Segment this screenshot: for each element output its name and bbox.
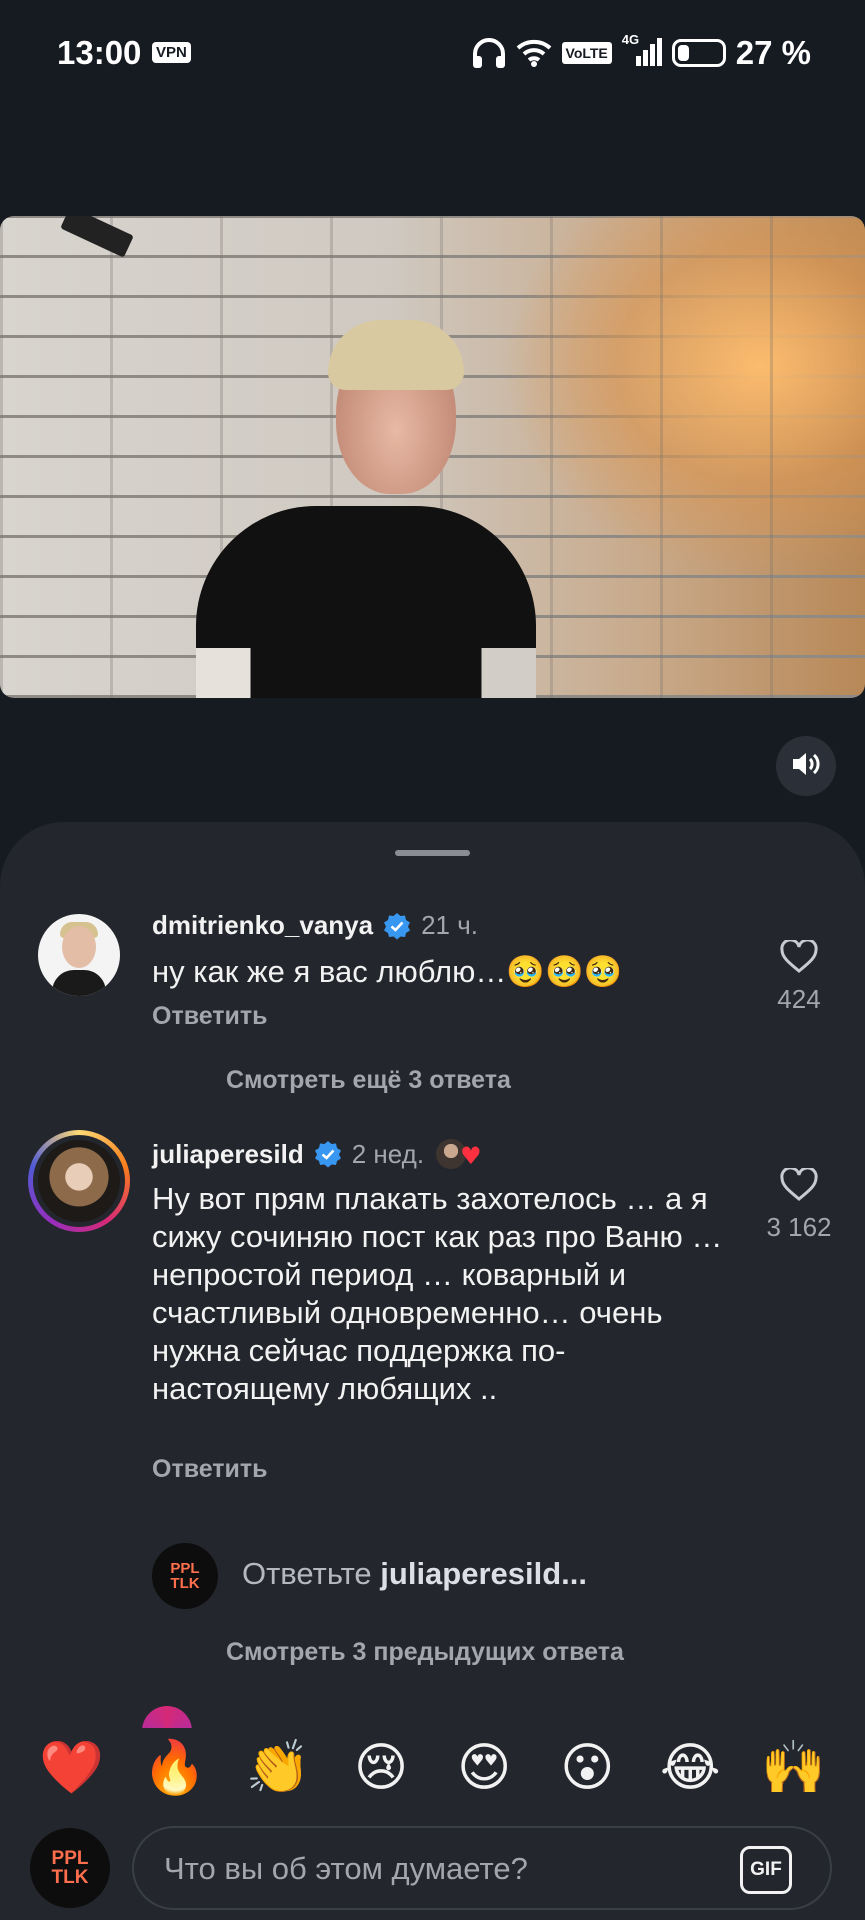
current-user-avatar: PPL TLK — [152, 1543, 218, 1609]
vpn-badge: VPN — [152, 42, 191, 63]
emoji-raised-hands-button[interactable]: 🙌 — [758, 1738, 828, 1798]
verified-badge-icon — [383, 912, 411, 940]
creator-liked-indicator: ♥ — [434, 1136, 488, 1172]
speaker-icon — [791, 750, 821, 782]
heart-filled-icon: ♥ — [460, 1142, 482, 1170]
avatar[interactable] — [28, 1130, 130, 1232]
emoji-clap-button[interactable]: 👏 — [243, 1738, 313, 1798]
verified-badge-icon — [314, 1140, 342, 1168]
reply-to-prompt[interactable]: Ответьте juliaperesild... — [242, 1556, 587, 1592]
emoji-heart-eyes-button[interactable]: 😍 — [449, 1738, 519, 1798]
signal-icon: 4G — [622, 32, 662, 68]
comment-text: Ну вот прям плакать захотелось … а я сиж… — [152, 1181, 723, 1406]
like-count: 3 162 — [766, 1212, 832, 1242]
heart-outline-icon — [780, 938, 818, 978]
comment-input[interactable] — [164, 1846, 704, 1892]
emoji-fire-button[interactable]: 🔥 — [140, 1738, 210, 1798]
gif-button[interactable]: GIF — [740, 1846, 792, 1894]
like-button[interactable]: 3 162 — [754, 1166, 844, 1243]
wifi-icon — [516, 39, 552, 67]
view-more-replies-button[interactable]: Смотреть ещё 3 ответа — [226, 1066, 511, 1095]
comment-input-bar: PPL TLK GIF — [0, 1812, 865, 1920]
comment-input-container[interactable]: GIF — [132, 1826, 832, 1910]
heart-outline-icon — [780, 1166, 818, 1206]
avatar[interactable] — [38, 914, 120, 996]
like-button[interactable]: 424 — [754, 938, 844, 1015]
emoji-surprised-button[interactable]: 😮 — [552, 1738, 622, 1798]
emoji-quick-bar: ❤️ 🔥 👏 😢 😍 😮 😂 🙌 — [0, 1728, 865, 1808]
headphones-icon — [472, 38, 506, 68]
comment-time: 2 нед. — [351, 1138, 425, 1169]
battery-percent: 27 % — [735, 34, 811, 71]
like-count: 424 — [777, 984, 821, 1014]
battery-icon — [671, 39, 726, 67]
comment-text: ну как же я вас люблю…🥹🥹🥹 — [152, 954, 623, 989]
network-type: 4G — [621, 32, 640, 47]
volte-badge: VoLTE — [561, 42, 612, 64]
emoji-crying-button[interactable]: 😢 — [346, 1738, 416, 1798]
view-previous-replies-button[interactable]: Смотреть 3 предыдущих ответа — [226, 1638, 624, 1667]
comment-username[interactable]: juliaperesild — [152, 1139, 304, 1170]
emoji-heart-button[interactable]: ❤️ — [37, 1738, 107, 1798]
reply-button[interactable]: Ответить — [152, 1455, 268, 1484]
reply-target-username: juliaperesild... — [380, 1556, 588, 1591]
status-bar: 13:00 VPN VoLTE 4G 27 % — [0, 0, 865, 106]
sound-toggle-button[interactable] — [776, 736, 836, 796]
comment-time: 21 ч. — [421, 910, 479, 940]
current-user-avatar: PPL TLK — [30, 1828, 110, 1908]
video-player[interactable] — [0, 216, 865, 698]
drag-handle[interactable] — [395, 850, 470, 856]
status-time: 13:00 — [57, 34, 142, 71]
emoji-laughing-button[interactable]: 😂 — [655, 1738, 725, 1798]
reply-button[interactable]: Ответить — [152, 1002, 268, 1031]
status-icons: VoLTE 4G 27 % — [472, 32, 811, 72]
comment-username[interactable]: dmitrienko_vanya — [152, 910, 373, 941]
